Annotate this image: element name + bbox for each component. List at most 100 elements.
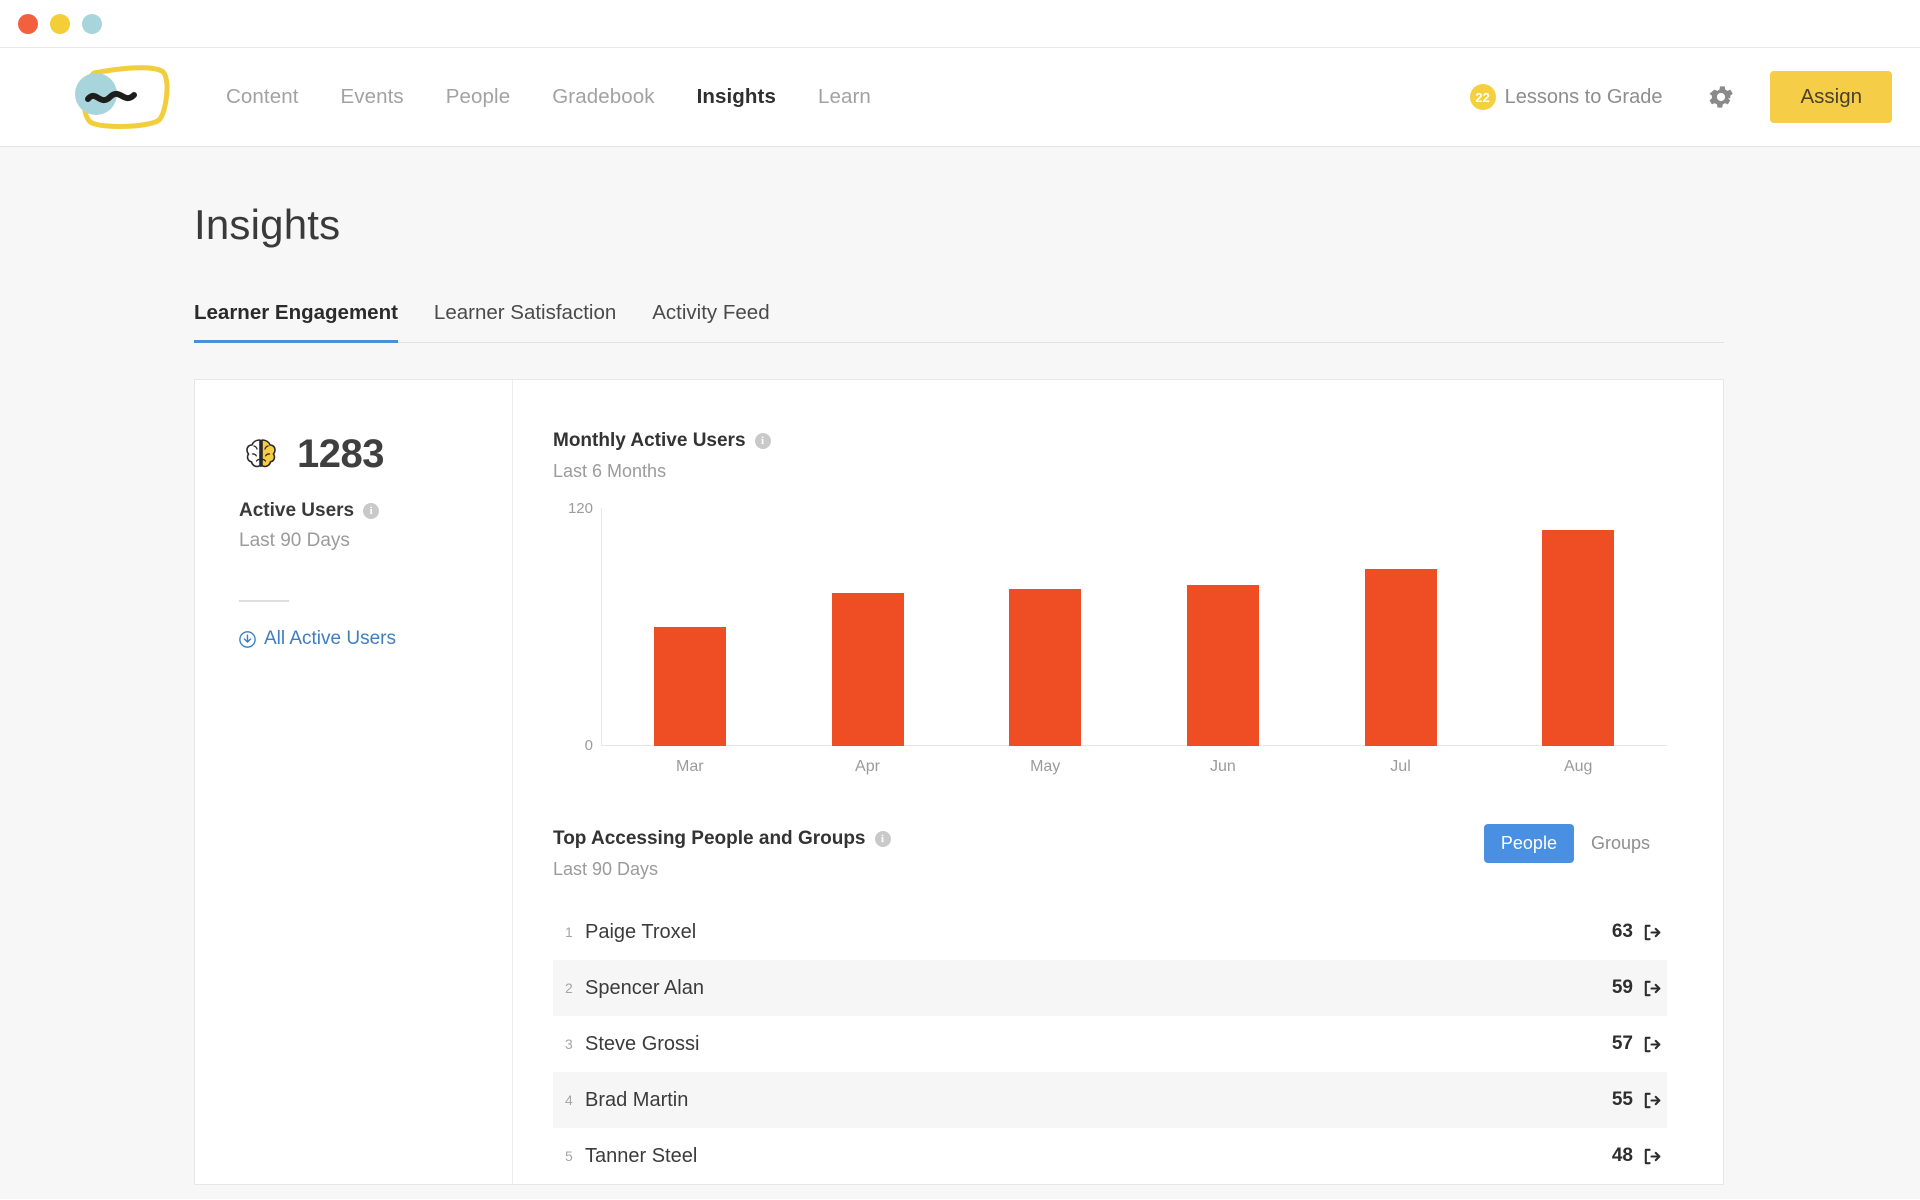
nav-right-cluster: 22 Lessons to Grade Assign — [1470, 71, 1892, 123]
person-name: Spencer Alan — [585, 977, 704, 1000]
exit-arrow-icon[interactable] — [1642, 1035, 1661, 1054]
top-accessing-list: 1Paige Troxel 63 2Spencer Alan 59 3Steve Gro… — [553, 904, 1667, 1184]
all-active-users-label: All Active Users — [264, 628, 396, 650]
nav-item-insights[interactable]: Insights — [697, 85, 776, 109]
top-accessing-title: Top Accessing People and Groups — [553, 828, 866, 850]
toggle-groups[interactable]: Groups — [1574, 824, 1667, 863]
close-dot[interactable] — [18, 14, 38, 34]
access-count: 57 — [1612, 1033, 1633, 1055]
access-count: 59 — [1612, 977, 1633, 999]
access-count: 63 — [1612, 921, 1633, 943]
insights-tabs: Learner Engagement Learner Satisfaction … — [194, 301, 1724, 343]
table-row[interactable]: 5Tanner Steel 48 — [553, 1128, 1667, 1184]
people-groups-toggle: People Groups — [1484, 824, 1667, 863]
gear-icon[interactable] — [1706, 82, 1736, 112]
active-users-label-row: Active Users i — [239, 500, 512, 522]
exit-arrow-icon[interactable] — [1642, 1091, 1661, 1110]
brain-icon — [239, 433, 283, 477]
bar-slot-aug — [1489, 508, 1667, 746]
active-users-label: Active Users — [239, 500, 354, 522]
active-users-panel: 1283 Active Users i Last 90 Days All Act… — [195, 380, 513, 1184]
table-row[interactable]: 2Spencer Alan 59 — [553, 960, 1667, 1016]
nav-links: Content Events People Gradebook Insights… — [226, 85, 913, 109]
tab-learner-satisfaction[interactable]: Learner Satisfaction — [434, 301, 616, 342]
person-name: Paige Troxel — [585, 921, 696, 944]
page-title: Insights — [194, 147, 1724, 249]
bar-slot-jun — [1134, 508, 1312, 746]
active-users-value: 1283 — [297, 432, 384, 477]
lessons-to-grade-label: Lessons to Grade — [1505, 86, 1663, 109]
person-name: Tanner Steel — [585, 1145, 697, 1168]
rank-right-group: 48 — [1612, 1145, 1661, 1167]
active-users-period: Last 90 Days — [239, 530, 512, 552]
x-tick-jun: Jun — [1134, 758, 1312, 776]
nav-item-content[interactable]: Content — [226, 85, 299, 109]
x-tick-jul: Jul — [1312, 758, 1490, 776]
nav-item-people[interactable]: People — [446, 85, 510, 109]
person-name: Brad Martin — [585, 1089, 688, 1112]
tab-activity-feed[interactable]: Activity Feed — [652, 301, 769, 342]
download-circle-icon — [239, 631, 256, 648]
active-users-metric: 1283 — [239, 432, 512, 477]
top-navigation-bar: Content Events People Gradebook Insights… — [0, 48, 1920, 147]
lessons-to-grade[interactable]: 22 Lessons to Grade — [1470, 84, 1663, 110]
assign-button[interactable]: Assign — [1770, 71, 1892, 123]
bar-mar[interactable] — [654, 627, 726, 746]
bar-slot-apr — [779, 508, 957, 746]
x-tick-may: May — [956, 758, 1134, 776]
info-icon[interactable]: i — [755, 433, 771, 449]
y-axis-tick-min: 0 — [553, 737, 593, 754]
tab-learner-engagement[interactable]: Learner Engagement — [194, 301, 398, 342]
monthly-active-users-subtitle: Last 6 Months — [553, 461, 1667, 482]
bar-may[interactable] — [1009, 589, 1081, 746]
exit-arrow-icon[interactable] — [1642, 923, 1661, 942]
exit-arrow-icon[interactable] — [1642, 1147, 1661, 1166]
nav-item-learn[interactable]: Learn — [818, 85, 871, 109]
toggle-people[interactable]: People — [1484, 824, 1574, 863]
bar-slot-mar — [601, 508, 779, 746]
table-row[interactable]: 3Steve Grossi 57 — [553, 1016, 1667, 1072]
exit-arrow-icon[interactable] — [1642, 979, 1661, 998]
monthly-active-users-title: Monthly Active Users — [553, 430, 746, 452]
engagement-content: Monthly Active Users i Last 6 Months 120… — [513, 380, 1723, 1184]
info-icon[interactable]: i — [363, 503, 379, 519]
brand-logo[interactable] — [66, 61, 174, 133]
person-name: Steve Grossi — [585, 1033, 699, 1056]
bar-aug[interactable] — [1542, 530, 1614, 746]
bar-jun[interactable] — [1187, 585, 1259, 746]
rank-number: 2 — [565, 980, 585, 996]
bar-apr[interactable] — [832, 593, 904, 746]
rank-number: 3 — [565, 1036, 585, 1052]
bar-jul[interactable] — [1365, 569, 1437, 746]
nav-item-gradebook[interactable]: Gradebook — [552, 85, 654, 109]
y-axis-tick-max: 120 — [553, 500, 593, 517]
table-row[interactable]: 1Paige Troxel 63 — [553, 904, 1667, 960]
divider — [239, 600, 289, 602]
access-count: 48 — [1612, 1145, 1633, 1167]
rank-right-group: 59 — [1612, 977, 1661, 999]
monthly-active-users-chart: 120 0 — [553, 508, 1667, 746]
monthly-active-users-title-row: Monthly Active Users i — [553, 430, 1667, 452]
rank-right-group: 57 — [1612, 1033, 1661, 1055]
access-count: 55 — [1612, 1089, 1633, 1111]
minimize-dot[interactable] — [50, 14, 70, 34]
nav-item-events[interactable]: Events — [341, 85, 404, 109]
rank-number: 1 — [565, 924, 585, 940]
bar-slot-may — [956, 508, 1134, 746]
x-tick-apr: Apr — [779, 758, 957, 776]
bar-series — [601, 508, 1667, 746]
rank-number: 5 — [565, 1148, 585, 1164]
insights-card: 1283 Active Users i Last 90 Days All Act… — [194, 379, 1724, 1185]
rank-right-group: 55 — [1612, 1089, 1661, 1111]
table-row[interactable]: 4Brad Martin55 — [553, 1072, 1667, 1128]
maximize-dot[interactable] — [82, 14, 102, 34]
all-active-users-link[interactable]: All Active Users — [239, 628, 512, 650]
x-tick-aug: Aug — [1489, 758, 1667, 776]
x-axis-labels: MarAprMayJunJulAug — [601, 758, 1667, 776]
top-accessing-section: Top Accessing People and Groups i Last 9… — [553, 828, 1667, 1184]
rank-right-group: 63 — [1612, 921, 1661, 943]
info-icon[interactable]: i — [875, 831, 891, 847]
lessons-count-badge: 22 — [1470, 84, 1496, 110]
x-tick-mar: Mar — [601, 758, 779, 776]
bar-slot-jul — [1312, 508, 1490, 746]
